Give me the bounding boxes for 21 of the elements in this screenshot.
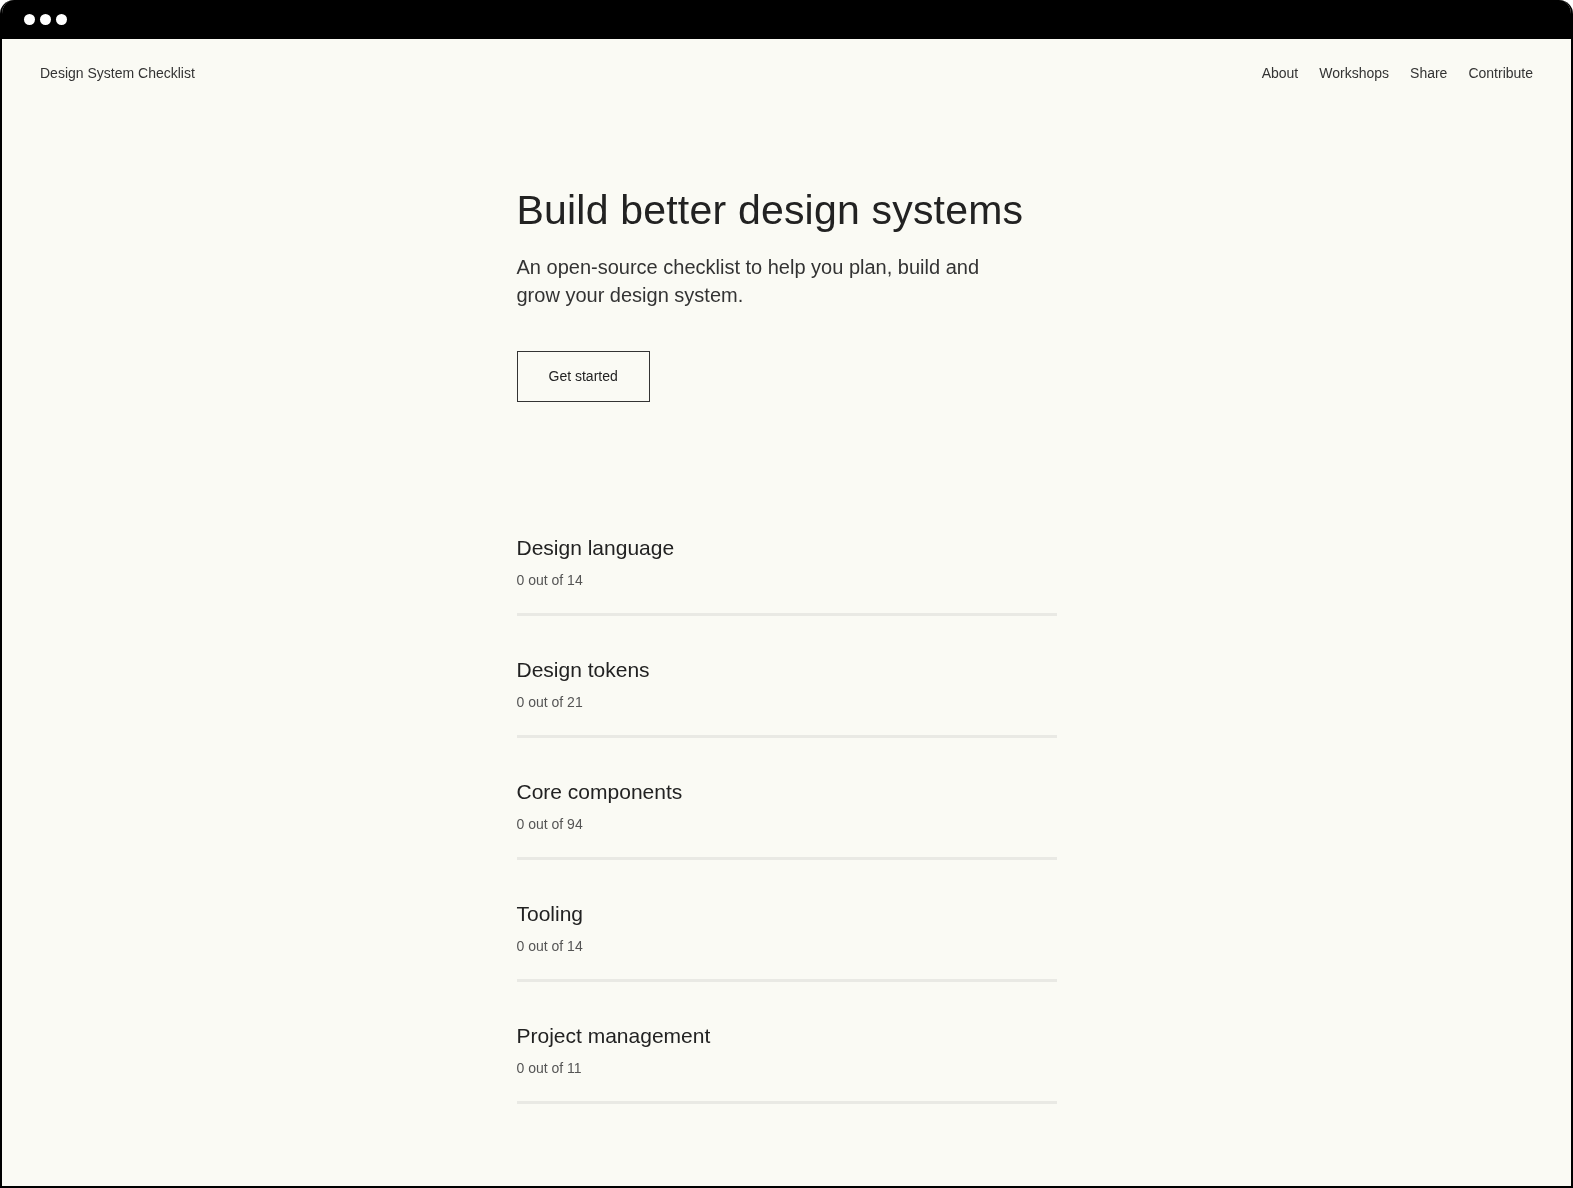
nav-link[interactable]: Contribute [1468, 63, 1533, 84]
hero-heading: Build better design systems [516, 186, 1025, 235]
hero-subtitle: An open-source checklist to help you plan, build and grow your design system. [516, 255, 981, 309]
progress-count: 0 out of 14 [516, 937, 584, 957]
progress-count: 0 out of 21 [516, 693, 584, 713]
section-title[interactable]: Core components [516, 778, 1057, 807]
window-dot-icon[interactable] [24, 14, 35, 25]
nav-link[interactable]: Workshops [1319, 63, 1390, 84]
window-dot-icon[interactable] [40, 14, 51, 25]
site-title-link[interactable]: Design System Checklist [40, 63, 195, 84]
progress-count: 0 out of 94 [516, 815, 584, 835]
section-title[interactable]: Design tokens [516, 656, 1057, 685]
progress-count: 0 out of 14 [516, 571, 584, 591]
window-dot-icon[interactable] [56, 14, 67, 25]
section-title[interactable]: Design language [516, 534, 1057, 563]
nav-link[interactable]: Share [1410, 63, 1448, 84]
section-title[interactable]: Project management [516, 1022, 1057, 1051]
section-title[interactable]: Tooling [516, 900, 1057, 929]
progress-count: 0 out of 11 [516, 1059, 583, 1079]
nav-link[interactable]: About [1261, 63, 1299, 84]
get-started-button[interactable]: Get started [516, 351, 650, 403]
